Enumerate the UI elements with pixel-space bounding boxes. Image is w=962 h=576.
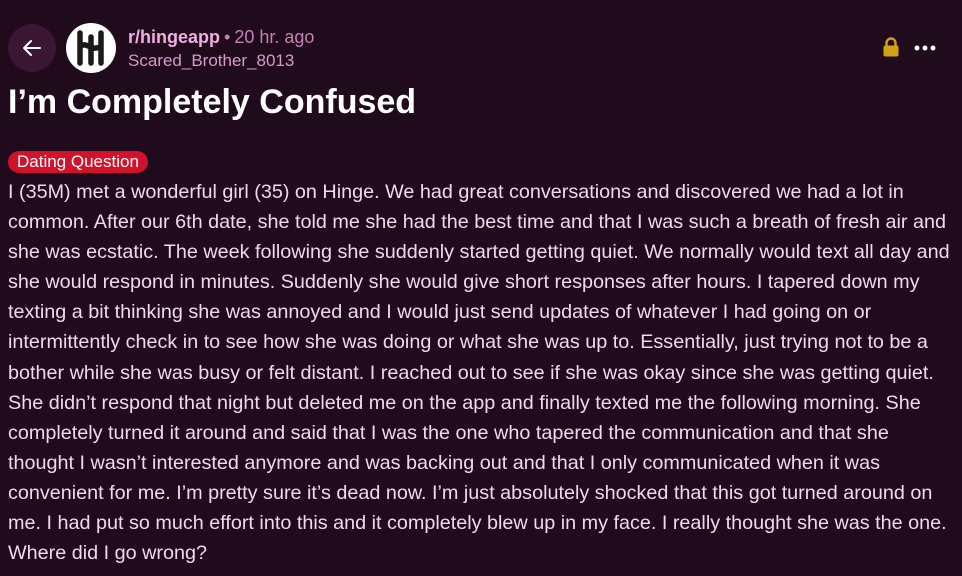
post-title: I’m Completely Confused xyxy=(8,83,417,121)
subreddit-link[interactable]: r/hingeapp xyxy=(128,27,220,47)
post-body: I (35M) met a wonderful girl (35) on Hin… xyxy=(8,181,950,565)
author-link[interactable]: Scared_Brother_8013 xyxy=(128,50,294,72)
subreddit-avatar[interactable] xyxy=(66,23,116,73)
hinge-logo xyxy=(77,30,104,66)
post-meta: r/hingeapp • 20 hr. ago xyxy=(128,26,314,48)
lock-icon xyxy=(883,37,899,57)
more-horizontal-icon[interactable] xyxy=(914,38,936,58)
back-button[interactable] xyxy=(8,24,56,72)
meta-separator: • xyxy=(224,27,231,47)
arrow-left-icon xyxy=(23,40,41,56)
post-timestamp: 20 hr. ago xyxy=(234,27,315,47)
flair-badge[interactable]: Dating Question xyxy=(8,151,148,173)
